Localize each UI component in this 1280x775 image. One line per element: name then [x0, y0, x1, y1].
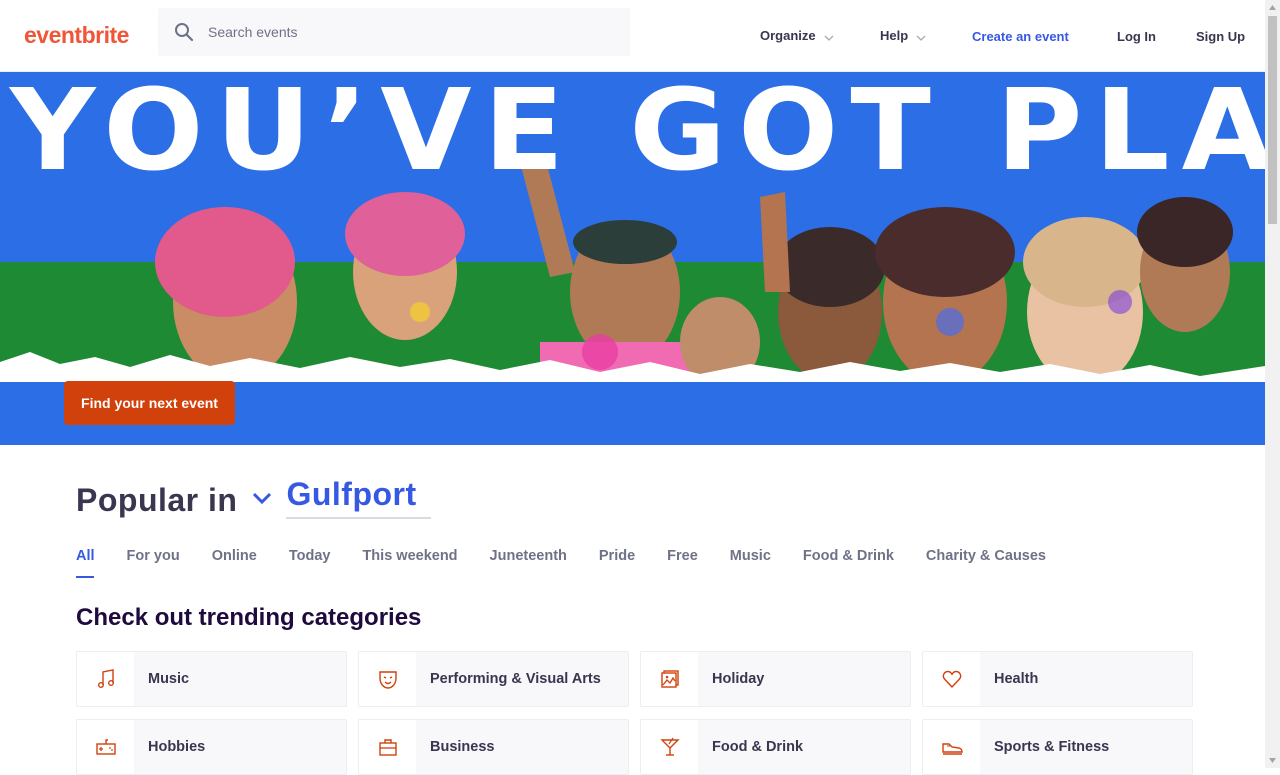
category-icon-box [923, 652, 980, 706]
tab-charity-causes[interactable]: Charity & Causes [926, 548, 1046, 576]
login-link[interactable]: Log In [1117, 29, 1156, 44]
category-performing-visual-arts[interactable]: Performing & Visual Arts [358, 651, 629, 707]
category-label: Business [430, 739, 495, 755]
help-menu[interactable]: Help [880, 28, 926, 43]
scroll-up-icon[interactable] [1268, 3, 1277, 12]
category-label: Performing & Visual Arts [430, 671, 601, 687]
find-next-event-button[interactable]: Find your next event [64, 381, 235, 425]
sneaker-icon [941, 743, 963, 755]
signup-link[interactable]: Sign Up [1196, 29, 1245, 44]
location-input[interactable]: Gulfport [286, 476, 432, 519]
popular-location-picker: Popular in Gulfport [76, 476, 432, 519]
game-controller-icon [95, 739, 116, 755]
scrollbar-thumb[interactable] [1268, 16, 1277, 224]
theater-mask-icon [378, 671, 397, 689]
hero-banner: YOU’VE GOT PLANS Find your next event [0, 72, 1265, 445]
category-label: Health [994, 671, 1039, 687]
page-scrollbar[interactable] [1265, 0, 1280, 768]
tab-all[interactable]: All [76, 548, 95, 578]
category-icon-box [641, 720, 698, 774]
category-label: Food & Drink [712, 739, 804, 755]
category-hobbies[interactable]: Hobbies [76, 719, 347, 775]
category-grid: Music Performing & Visual Arts Holiday H… [76, 651, 1193, 775]
category-label: Sports & Fitness [994, 739, 1110, 755]
chevron-down-icon [824, 35, 834, 41]
tab-today[interactable]: Today [289, 548, 331, 576]
category-holiday[interactable]: Holiday [640, 651, 911, 707]
category-business[interactable]: Business [358, 719, 629, 775]
category-music[interactable]: Music [76, 651, 347, 707]
category-food-drink[interactable]: Food & Drink [640, 719, 911, 775]
category-label: Hobbies [148, 739, 206, 755]
tab-music[interactable]: Music [730, 548, 771, 576]
tab-food-drink[interactable]: Food & Drink [803, 548, 894, 576]
search-input[interactable] [208, 8, 608, 56]
search-bar[interactable] [158, 8, 630, 56]
eventbrite-logo[interactable]: eventbrite [24, 22, 129, 49]
organize-menu[interactable]: Organize [760, 28, 834, 43]
category-label: Music [148, 671, 190, 687]
category-icon-box [923, 720, 980, 774]
event-filter-tabs: All For you Online Today This weekend Ju… [76, 548, 1046, 578]
search-icon [175, 23, 194, 42]
tab-free[interactable]: Free [667, 548, 698, 576]
hero-title: YOU’VE GOT PLANS [10, 72, 1265, 196]
category-label: Holiday [712, 671, 765, 687]
holiday-picture-icon [660, 670, 679, 688]
help-label: Help [880, 28, 909, 43]
tab-this-weekend[interactable]: This weekend [362, 548, 457, 576]
category-sports-fitness[interactable]: Sports & Fitness [922, 719, 1193, 775]
top-navbar: eventbrite Organize Help Create an event… [0, 0, 1265, 72]
chevron-down-icon [916, 35, 926, 41]
category-icon-box [359, 720, 416, 774]
chevron-down-icon[interactable] [252, 491, 272, 505]
tab-for-you[interactable]: For you [127, 548, 180, 576]
tab-pride[interactable]: Pride [599, 548, 635, 576]
scroll-down-icon[interactable] [1268, 756, 1277, 765]
trending-categories-heading: Check out trending categories [76, 604, 422, 631]
cocktail-icon [659, 737, 680, 756]
category-icon-box [77, 720, 134, 774]
music-note-icon [97, 669, 114, 688]
briefcase-icon [378, 739, 397, 756]
tab-online[interactable]: Online [212, 548, 257, 576]
category-icon-box [359, 652, 416, 706]
category-icon-box [77, 652, 134, 706]
tab-juneteenth[interactable]: Juneteenth [490, 548, 567, 576]
category-icon-box [641, 652, 698, 706]
category-health[interactable]: Health [922, 651, 1193, 707]
popular-in-label: Popular in [76, 482, 238, 518]
heart-icon [942, 670, 961, 689]
organize-label: Organize [760, 28, 816, 43]
create-event-link[interactable]: Create an event [972, 29, 1069, 44]
